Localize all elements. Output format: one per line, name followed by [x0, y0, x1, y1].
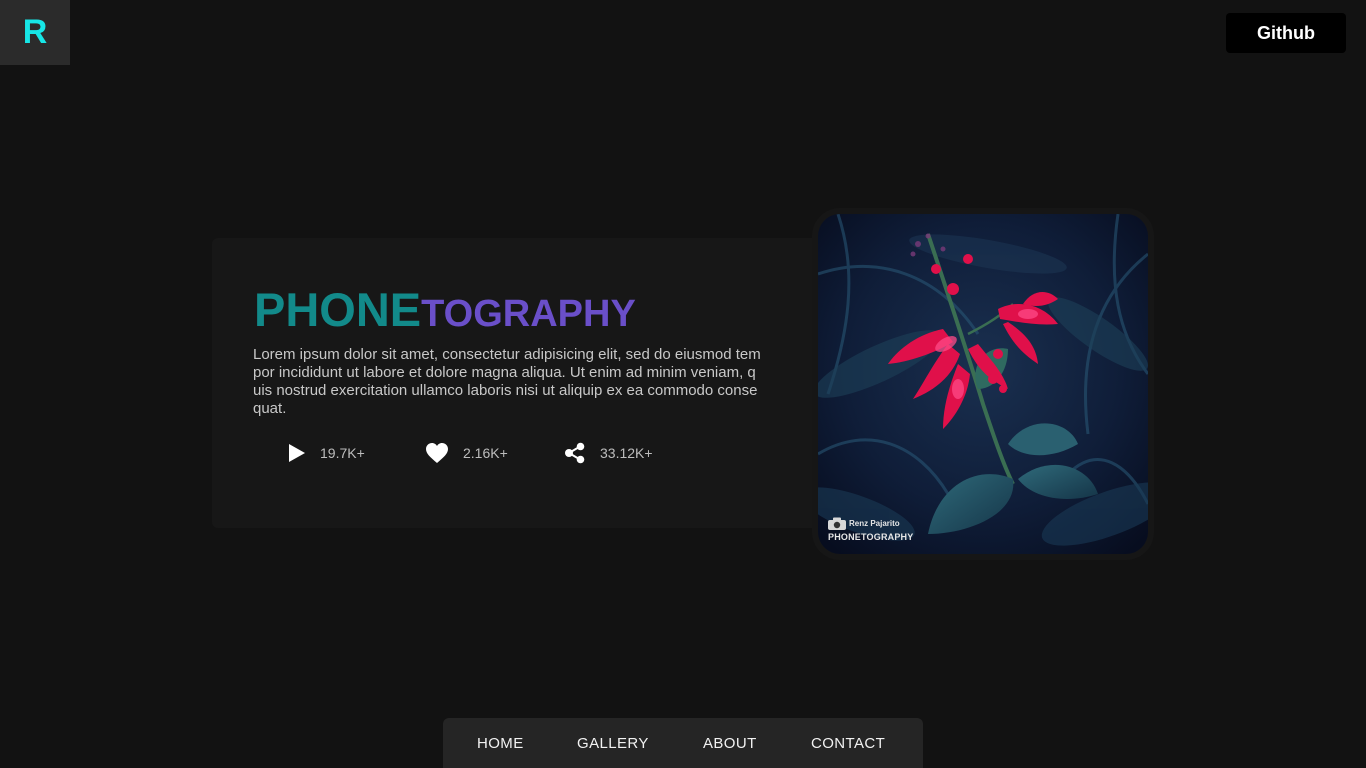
stat-likes[interactable]: 2.16K+	[425, 440, 508, 466]
logo-letter: R	[22, 13, 48, 51]
photo-watermark: Renz Pajarito PHONETOGRAPHY	[828, 517, 913, 542]
nav-gallery[interactable]: GALLERY	[577, 735, 649, 752]
hero-description: Lorem ipsum dolor sit amet, consectetur …	[253, 346, 761, 417]
nav-home[interactable]: HOME	[477, 735, 524, 752]
nav-about[interactable]: ABOUT	[703, 735, 757, 752]
stat-shares-value: 33.12K+	[600, 445, 653, 461]
hero-card: PHONETOGRAPHY Lorem ipsum dolor sit amet…	[212, 238, 822, 528]
stat-plays-value: 19.7K+	[320, 445, 365, 461]
hero-title-part2: TOGRAPHY	[421, 293, 636, 335]
share-icon	[564, 442, 586, 464]
hero-title-part1: PHONE	[254, 283, 422, 336]
stat-shares[interactable]: 33.12K+	[564, 440, 653, 466]
stat-likes-value: 2.16K+	[463, 445, 508, 461]
heart-icon	[425, 442, 449, 464]
github-button-label: Github	[1257, 22, 1315, 43]
stat-plays[interactable]: 19.7K+	[288, 440, 365, 466]
github-button[interactable]: Github	[1226, 13, 1346, 53]
logo[interactable]: R	[0, 0, 70, 65]
camera-icon	[828, 517, 846, 530]
watermark-brand: PHONETOGRAPHY	[828, 532, 914, 542]
photo-frame: Renz Pajarito PHONETOGRAPHY	[812, 208, 1154, 560]
red-flower-photo: Renz Pajarito PHONETOGRAPHY	[818, 214, 1148, 554]
hero-title: PHONETOGRAPHY	[254, 286, 636, 333]
watermark-name: Renz Pajarito	[849, 519, 900, 528]
play-icon	[288, 443, 306, 463]
nav-contact[interactable]: CONTACT	[811, 735, 885, 752]
bottom-nav: HOME GALLERY ABOUT CONTACT	[443, 718, 923, 768]
page: R Github PHONETOGRAPHY Lorem ipsum dolor…	[0, 0, 1366, 768]
